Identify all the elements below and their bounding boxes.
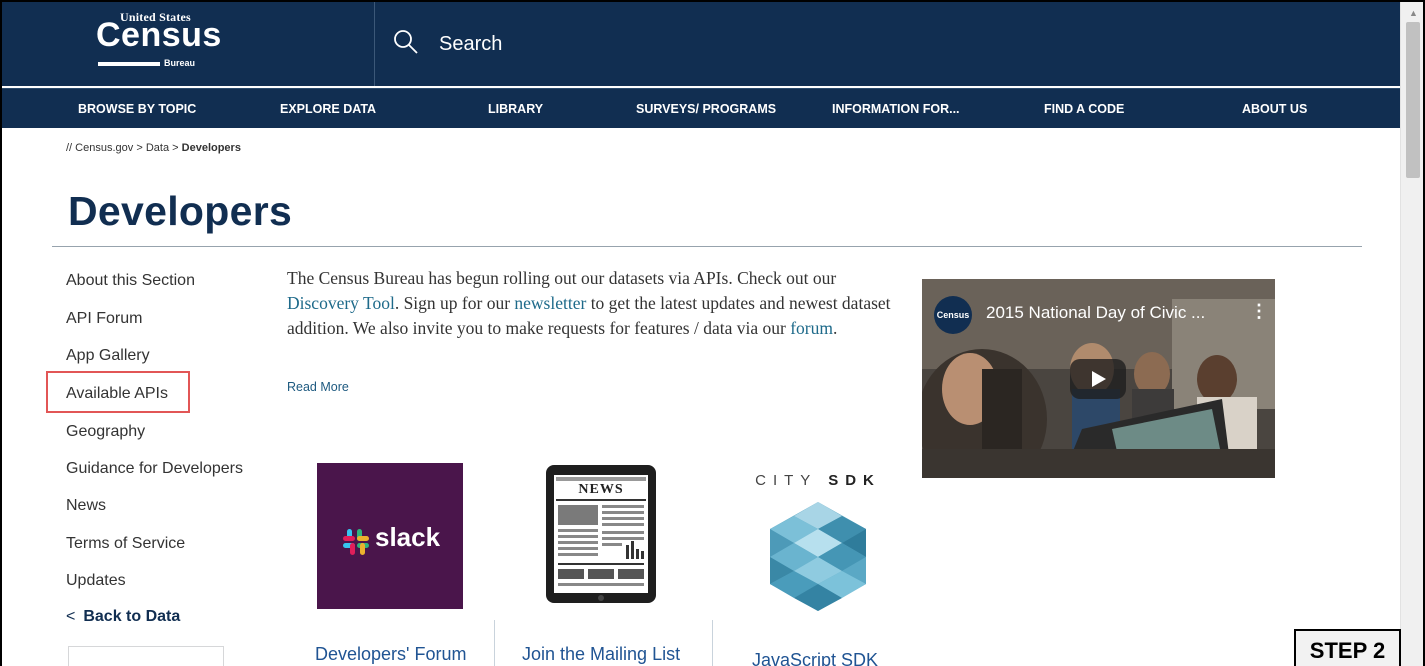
sidebar-item-updates[interactable]: Updates [66, 572, 126, 590]
sidebar-item-geography[interactable]: Geography [66, 423, 145, 441]
nav-information-for[interactable]: INFORMATION FOR... [832, 89, 960, 129]
logo-bureau: Bureau [164, 58, 196, 68]
tile-divider [712, 620, 713, 666]
logo-census: Census [96, 16, 222, 54]
newsletter-tile[interactable]: NEWS [542, 465, 660, 611]
nav-browse-by-topic[interactable]: BROWSE BY TOPIC [78, 89, 196, 129]
breadcrumb-sep: > [136, 142, 143, 154]
scroll-up-icon[interactable]: ▲ [1409, 8, 1418, 18]
play-button[interactable] [1070, 359, 1126, 399]
sidebar-item-api-forum[interactable]: API Forum [66, 310, 142, 328]
video-embed[interactable]: Census 2015 National Day of Civic ... ⋮ [922, 279, 1275, 478]
highlight-box [46, 371, 190, 413]
vertical-scrollbar[interactable]: ▲ [1400, 2, 1423, 666]
sidebar-item-about[interactable]: About this Section [66, 272, 195, 290]
search-label: Search [439, 32, 503, 55]
sidebar-item-news[interactable]: News [66, 497, 106, 515]
nav-explore-data[interactable]: EXPLORE DATA [280, 89, 376, 129]
javascript-sdk-link[interactable]: JavaScript SDK [752, 650, 878, 666]
step-label-badge: STEP 2 [1294, 629, 1401, 666]
intro-paragraph: The Census Bureau has begun rolling out … [287, 266, 907, 341]
logo-underline [98, 62, 160, 66]
join-mailing-list-link[interactable]: Join the Mailing List [522, 644, 680, 665]
tile-divider [494, 620, 495, 666]
read-more-link[interactable]: Read More [287, 380, 349, 394]
census-logo[interactable]: United States Census Bureau [92, 8, 221, 80]
city-sdk-wordmark: CITY SDK [748, 472, 888, 489]
chevron-left-icon: < [66, 608, 76, 625]
intro-text: . [832, 318, 838, 338]
back-label: Back to Data [83, 608, 181, 625]
more-vert-icon[interactable]: ⋮ [1250, 301, 1268, 322]
video-title[interactable]: 2015 National Day of Civic ... [986, 303, 1205, 323]
main-nav: BROWSE BY TOPIC EXPLORE DATA LIBRARY SUR… [2, 88, 1400, 128]
forum-link[interactable]: forum [790, 318, 833, 338]
sidebar-item-terms[interactable]: Terms of Service [66, 535, 185, 553]
nav-find-a-code[interactable]: FIND A CODE [1044, 89, 1124, 129]
side-widget [68, 646, 224, 666]
page-title: Developers [68, 188, 293, 234]
slack-tile[interactable]: slack [317, 463, 463, 609]
site-header: United States Census Bureau Search [2, 2, 1400, 86]
breadcrumb-prefix: // [66, 142, 76, 154]
back-to-data-link[interactable]: < Back to Data [66, 608, 180, 626]
play-icon [1092, 371, 1106, 387]
scrollbar-thumb[interactable] [1406, 22, 1420, 178]
newsletter-link[interactable]: newsletter [514, 293, 586, 313]
slack-icon [343, 529, 369, 555]
sidebar-item-app-gallery[interactable]: App Gallery [66, 347, 150, 365]
browser-frame: United States Census Bureau Search BROWS… [0, 0, 1425, 666]
intro-text: . Sign up for our [394, 293, 515, 313]
breadcrumb-root[interactable]: Census.gov [75, 142, 133, 154]
hexagon-logo-icon [770, 502, 866, 611]
city-sdk-word-bold: SDK [828, 472, 881, 489]
search-bar[interactable]: Search [375, 2, 1400, 86]
news-masthead: NEWS [578, 482, 624, 497]
city-sdk-word-light: CITY [755, 472, 818, 489]
nav-library[interactable]: LIBRARY [488, 89, 543, 129]
breadcrumb: // Census.gov > Data > Developers [66, 142, 241, 154]
nav-about-us[interactable]: ABOUT US [1242, 89, 1307, 129]
sidebar-item-guidance[interactable]: Guidance for Developers [66, 460, 243, 478]
title-divider [52, 246, 1362, 247]
breadcrumb-parent[interactable]: Data [146, 142, 169, 154]
channel-avatar[interactable]: Census [934, 296, 972, 334]
developers-forum-link[interactable]: Developers' Forum [315, 644, 467, 665]
search-icon [393, 29, 419, 60]
breadcrumb-current: Developers [181, 142, 241, 154]
intro-text: The Census Bureau has begun rolling out … [287, 268, 837, 288]
city-sdk-tile[interactable]: CITY SDK [748, 472, 888, 612]
discovery-tool-link[interactable]: Discovery Tool [287, 293, 395, 313]
slack-wordmark: slack [375, 522, 441, 552]
nav-surveys-programs[interactable]: SURVEYS/ PROGRAMS [636, 89, 776, 129]
breadcrumb-sep: > [172, 142, 179, 154]
